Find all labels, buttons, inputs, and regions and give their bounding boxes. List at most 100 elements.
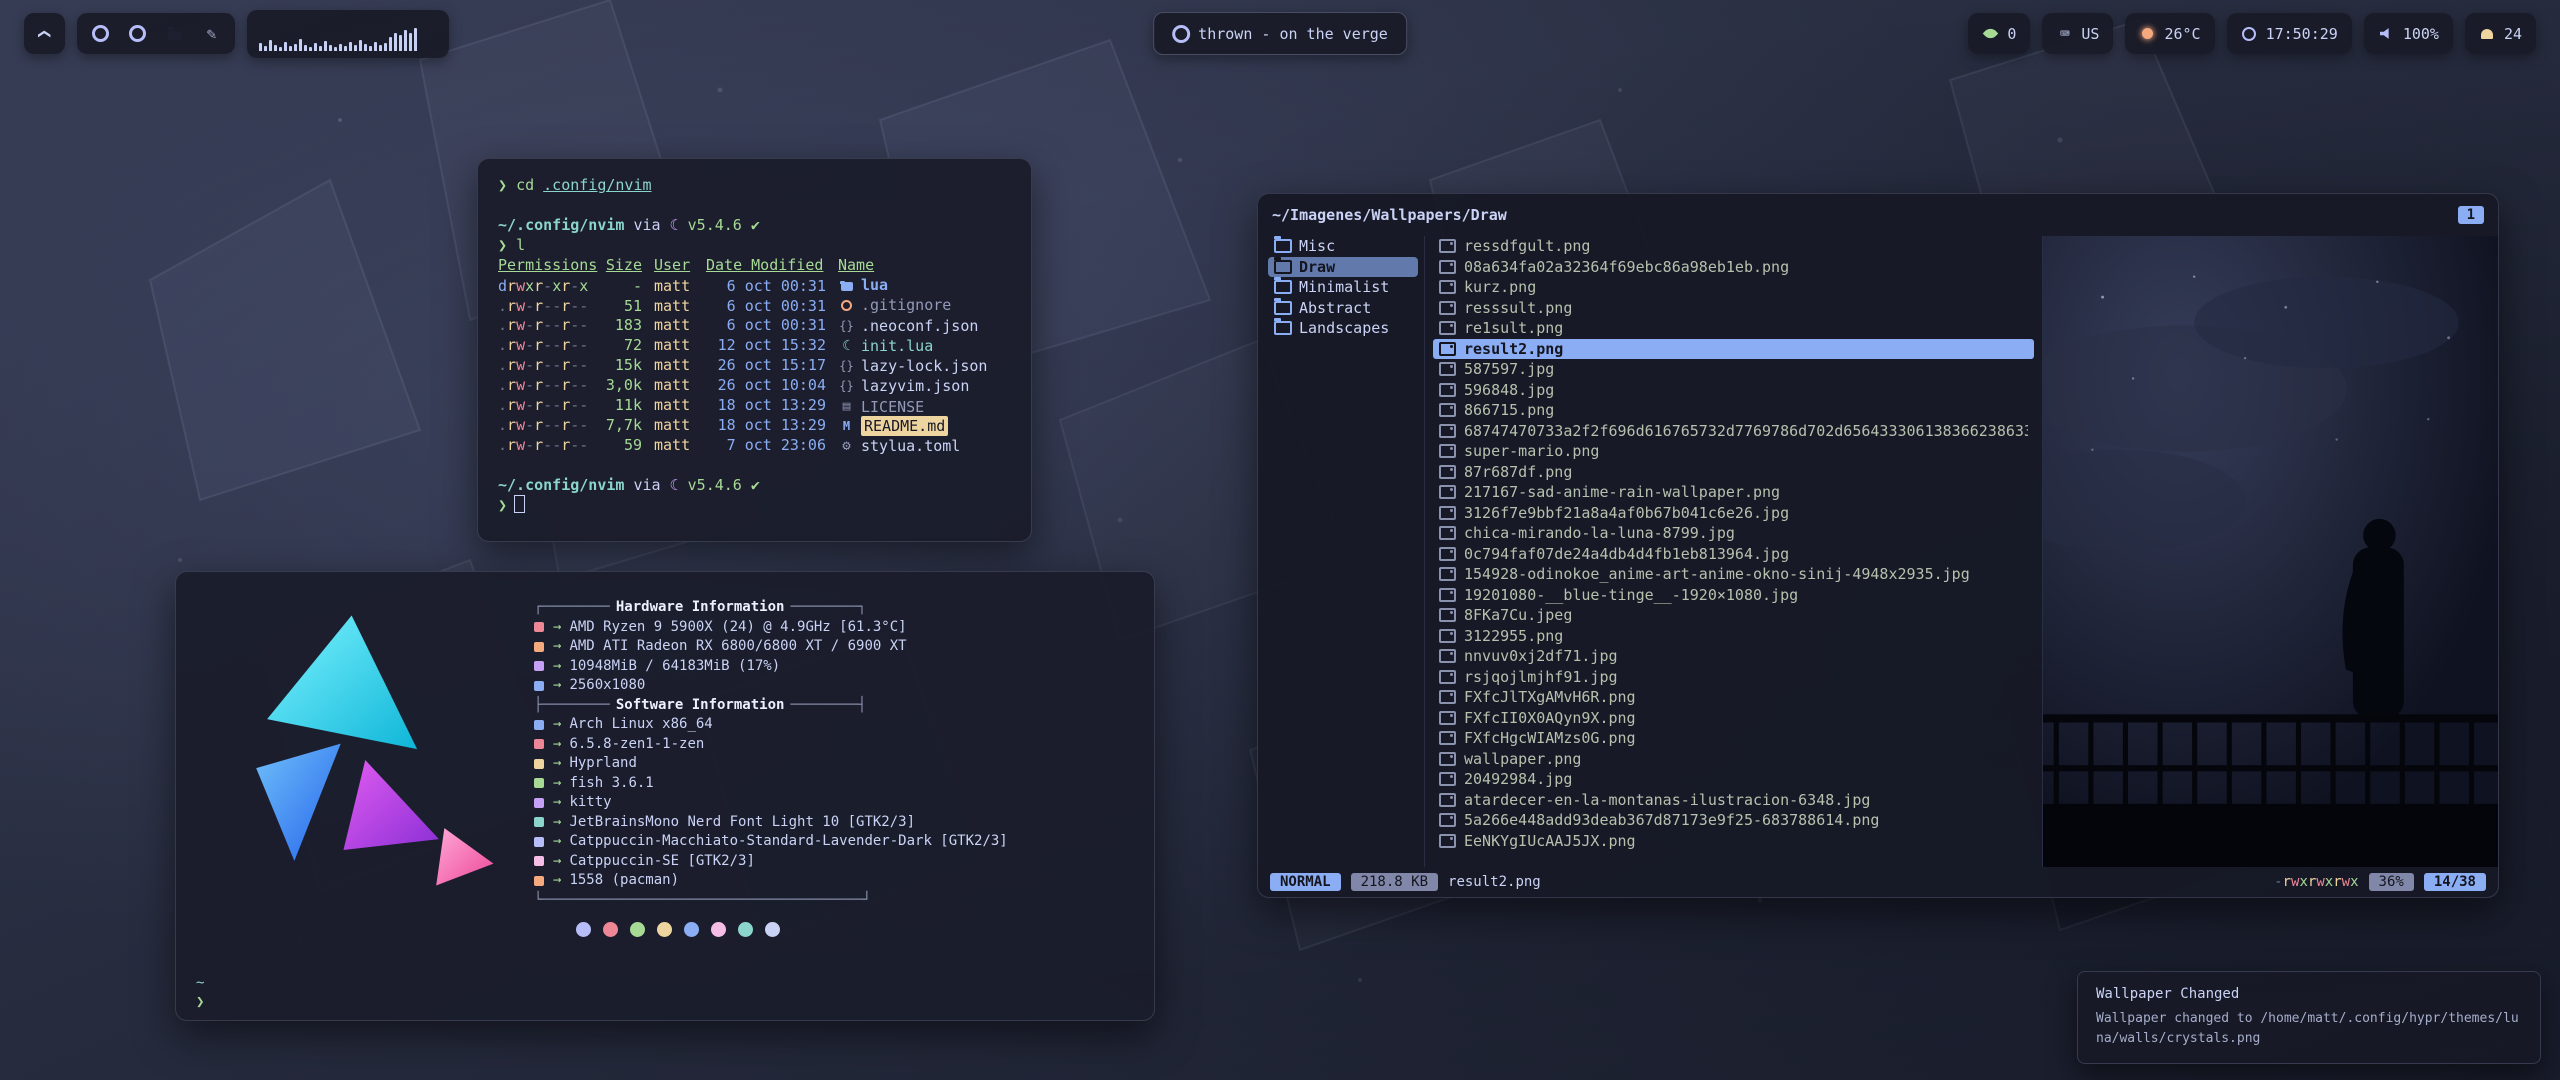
text-cursor [514, 495, 525, 513]
file-type-icon [838, 336, 855, 356]
file-manager-header: ~/Imagenes/Wallpapers/Draw 1 [1258, 194, 2498, 236]
file-name: 5a266e448add93deab367d87173e9f25-6837886… [1464, 811, 1879, 829]
file-row[interactable]: 3126f7e9bbf21a8a4af0b67b041c6e26.jpg [1433, 503, 2034, 524]
folder-label: Landscapes [1299, 319, 1389, 337]
software-lines: → Arch Linux x86_64 → 6.5.8-zen1-1-zen → [534, 715, 1130, 891]
file-row[interactable]: 217167-sad-anime-rain-wallpaper.png [1433, 482, 2034, 503]
image-icon [1439, 690, 1456, 704]
file-row[interactable]: ressdfgult.png [1433, 236, 2034, 257]
status-icon [1982, 25, 1999, 42]
sidebar-folder-item[interactable]: Draw [1268, 257, 1418, 278]
info-icon [534, 759, 544, 769]
folder-label: Minimalist [1299, 278, 1389, 296]
file-row[interactable]: EeNKYgIUcAAJ5JX.png [1433, 831, 2034, 852]
file-row[interactable]: 68747470733a2f2f696d616765732d7769786d70… [1433, 421, 2034, 442]
cwd: ~ [196, 974, 204, 993]
file-row[interactable]: wallpaper.png [1433, 749, 2034, 770]
file-row[interactable]: 596848.jpg [1433, 380, 2034, 401]
workspaces-module[interactable] [77, 13, 235, 54]
sidebar-folder-item[interactable]: Minimalist [1268, 277, 1418, 298]
file-row[interactable]: re1sult.png [1433, 318, 2034, 339]
workspace-icon[interactable] [161, 20, 188, 47]
music-module[interactable]: thrown - on the verge [1153, 12, 1407, 55]
tab-badge[interactable]: 1 [2458, 206, 2484, 224]
status-icon [2139, 25, 2156, 42]
workspace-icon[interactable] [198, 20, 225, 47]
cursor-line[interactable]: ❯ [498, 495, 1011, 515]
image-icon [1439, 567, 1456, 581]
lua-icon: ☾ [670, 476, 679, 494]
file-row[interactable]: 0c794faf07de24a4db4d4fb1eb813964.jpg [1433, 544, 2034, 565]
workspace-icon[interactable] [124, 20, 151, 47]
fetch-terminal-window[interactable]: ┌────────Hardware Information────────┐ →… [175, 571, 1155, 1021]
file-row[interactable]: 866715.png [1433, 400, 2034, 421]
status-module[interactable]: 26°C [2125, 13, 2214, 54]
file-name: EeNKYgIUcAAJ5JX.png [1464, 832, 1636, 850]
sidebar-folder-item[interactable]: Misc [1268, 236, 1418, 257]
info-line: → JetBrainsMono Nerd Font Light 10 [GTK2… [534, 813, 1130, 833]
user-cell: matt [654, 375, 694, 395]
info-line: → Catppuccin-Macchiato-Standard-Lavender… [534, 832, 1130, 852]
sidebar-folder-item[interactable]: Landscapes [1268, 318, 1418, 339]
arrow-icon: → [553, 871, 561, 891]
info-line: → Catppuccin-SE [GTK2/3] [534, 852, 1130, 872]
user-cell: matt [654, 276, 694, 296]
status-module[interactable]: US [2042, 13, 2113, 54]
launcher-button[interactable]: ❯ [24, 13, 65, 54]
terminal-color-palette [570, 922, 1130, 937]
file-row[interactable]: atardecer-en-la-montanas-ilustracion-634… [1433, 790, 2034, 811]
file-row[interactable]: 19201080-__blue-tinge__-1920×1080.jpg [1433, 585, 2034, 606]
file-row[interactable]: 3122955.png [1433, 626, 2034, 647]
file-name: result2.png [1464, 340, 1563, 358]
top-bar: ❯ thrown - on the verge [24, 13, 2536, 54]
size-cell: 15k [602, 355, 642, 375]
file-row[interactable]: chica-mirando-la-luna-8799.jpg [1433, 523, 2034, 544]
file-row[interactable]: 154928-odinokoe_anime-art-anime-okno-sin… [1433, 564, 2034, 585]
file-row[interactable]: 8FKa7Cu.jpeg [1433, 605, 2034, 626]
status-icon [2378, 25, 2395, 42]
arrow-icon: → [553, 754, 561, 774]
file-name: atardecer-en-la-montanas-ilustracion-634… [1464, 791, 1870, 809]
notification-toast[interactable]: Wallpaper Changed Wallpaper changed to /… [2077, 971, 2541, 1064]
file-row[interactable]: 5a266e448add93deab367d87173e9f25-6837886… [1433, 810, 2034, 831]
file-row[interactable]: 87r687df.png [1433, 462, 2034, 483]
file-row[interactable]: FXfcII0X0AQyn9X.png [1433, 708, 2034, 729]
file-row[interactable]: 587597.jpg [1433, 359, 2034, 380]
topbar-left-modules: ❯ [24, 10, 449, 58]
file-row[interactable]: result2.png [1433, 339, 2034, 360]
file-row[interactable]: 08a634fa02a32364f69ebc86a98eb1eb.png [1433, 257, 2034, 278]
file-row[interactable]: super-mario.png [1433, 441, 2034, 462]
file-row[interactable]: FXfcHgcWIAMzs0G.png [1433, 728, 2034, 749]
file-row[interactable]: rsjqojlmjhf91.jpg [1433, 667, 2034, 688]
workspace-icon[interactable] [87, 20, 114, 47]
desktop: ❯ thrown - on the verge [0, 0, 2560, 1080]
file-row[interactable]: FXfcJlTXgAMvH6R.png [1433, 687, 2034, 708]
sidebar-folder-item[interactable]: Abstract [1268, 298, 1418, 319]
arrow-icon: → [553, 832, 561, 852]
status-module[interactable]: 0 [1968, 13, 2030, 54]
file-name: stylua.toml [861, 436, 960, 456]
file-name: 19201080-__blue-tinge__-1920×1080.jpg [1464, 586, 1798, 604]
info-line: → 1558 (pacman) [534, 871, 1130, 891]
image-icon [1439, 649, 1456, 663]
file-manager-window[interactable]: ~/Imagenes/Wallpapers/Draw 1 Misc Draw [1257, 193, 2499, 898]
info-icon [534, 642, 544, 652]
status-module[interactable]: 24 [2465, 13, 2536, 54]
image-icon [1439, 629, 1456, 643]
size-cell: 3,0k [602, 375, 642, 395]
terminal-window[interactable]: ❯ cd .config/nvim ~/.config/nvim via ☾ v… [477, 158, 1032, 542]
mode-badge: NORMAL [1270, 873, 1341, 891]
status-module[interactable]: 17:50:29 [2227, 13, 2352, 54]
file-listing: drwxr-xr-x - matt 6 oct 00:31 lua .rw-r-… [498, 275, 1011, 455]
status-module[interactable]: 100% [2364, 13, 2453, 54]
permissions-cell: .rw-r--r-- [498, 375, 590, 395]
folder-label: Misc [1299, 237, 1335, 255]
file-row[interactable]: resssult.png [1433, 298, 2034, 319]
file-row[interactable]: 20492984.jpg [1433, 769, 2034, 790]
image-icon [1439, 362, 1456, 376]
visualizer-module[interactable] [247, 10, 449, 58]
image-icon [1439, 424, 1456, 438]
file-row[interactable]: nnvuv0xj2df71.jpg [1433, 646, 2034, 667]
size-cell: 72 [602, 335, 642, 355]
file-row[interactable]: kurz.png [1433, 277, 2034, 298]
